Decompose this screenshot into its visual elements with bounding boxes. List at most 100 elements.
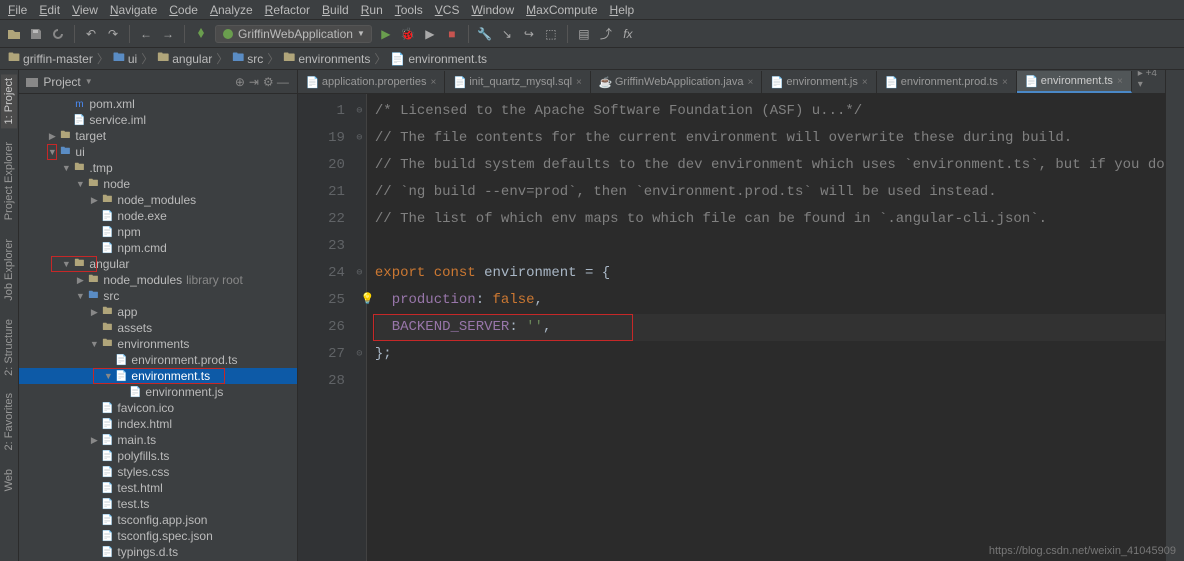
tab-application.properties[interactable]: 📄application.properties× bbox=[298, 71, 445, 93]
crumb-environment.ts[interactable]: 📄environment.ts bbox=[390, 52, 487, 66]
code-line-23[interactable] bbox=[375, 233, 1165, 260]
tree-item-.tmp[interactable]: ▼🖿.tmp bbox=[19, 160, 297, 176]
fx-icon[interactable]: fx bbox=[620, 26, 636, 42]
target-icon[interactable]: ⊕ bbox=[235, 75, 249, 89]
tree-item-favicon.ico[interactable]: 📄favicon.ico bbox=[19, 400, 297, 416]
tree-item-angular[interactable]: ▼🖿angular bbox=[19, 256, 297, 272]
run-config-dropdown[interactable]: GriffinWebApplication ▼ bbox=[215, 25, 372, 43]
code-line-27[interactable]: }; bbox=[375, 341, 1165, 368]
tree-item-node_modules[interactable]: ▶🖿node_modules bbox=[19, 192, 297, 208]
sidebar-tab-projectexplorer[interactable]: Project Explorer bbox=[1, 138, 17, 224]
crumb-ui[interactable]: 🖿ui bbox=[113, 48, 137, 69]
coverage-icon[interactable]: ▶ bbox=[422, 26, 438, 42]
tree-item-src[interactable]: ▼🖿src bbox=[19, 288, 297, 304]
menu-code[interactable]: Code bbox=[169, 3, 198, 17]
menu-edit[interactable]: Edit bbox=[39, 3, 60, 17]
code-line-22[interactable]: // The list of which env maps to which f… bbox=[375, 206, 1165, 233]
tree-item-main.ts[interactable]: ▶📄main.ts bbox=[19, 432, 297, 448]
menu-file[interactable]: File bbox=[8, 3, 27, 17]
tree-arrow[interactable]: ▼ bbox=[61, 259, 71, 269]
code-line-19[interactable]: // The file contents for the current env… bbox=[375, 125, 1165, 152]
gear-icon[interactable]: ⚙ bbox=[263, 75, 277, 89]
close-icon[interactable]: × bbox=[430, 77, 436, 88]
menu-tools[interactable]: Tools bbox=[395, 3, 423, 17]
tree-item-ui[interactable]: ▼🖿ui bbox=[19, 144, 297, 160]
close-icon[interactable]: × bbox=[1117, 76, 1123, 87]
hide-icon[interactable]: — bbox=[277, 75, 291, 89]
tree-item-tsconfig.spec.json[interactable]: 📄tsconfig.spec.json bbox=[19, 528, 297, 544]
tree-arrow[interactable]: ▼ bbox=[89, 339, 99, 349]
close-icon[interactable]: × bbox=[576, 77, 582, 88]
stop-icon[interactable]: ■ bbox=[444, 26, 460, 42]
tree-item-environment.js[interactable]: 📄environment.js bbox=[19, 384, 297, 400]
tree-item-environments[interactable]: ▼🖿environments bbox=[19, 336, 297, 352]
close-icon[interactable]: × bbox=[1002, 77, 1008, 88]
menu-navigate[interactable]: Navigate bbox=[110, 3, 157, 17]
tree-item-node_modules[interactable]: ▶🖿node_moduleslibrary root bbox=[19, 272, 297, 288]
tree-item-app[interactable]: ▶🖿app bbox=[19, 304, 297, 320]
code-line-24[interactable]: export const environment = { bbox=[375, 260, 1165, 287]
tree-item-target[interactable]: ▶🖿target bbox=[19, 128, 297, 144]
menu-build[interactable]: Build bbox=[322, 3, 349, 17]
menu-analyze[interactable]: Analyze bbox=[210, 3, 253, 17]
refresh-icon[interactable] bbox=[50, 26, 66, 42]
tree-item-node.exe[interactable]: 📄node.exe bbox=[19, 208, 297, 224]
run-to-cursor-icon[interactable]: ↘ bbox=[499, 26, 515, 42]
tree-item-styles.css[interactable]: 📄styles.css bbox=[19, 464, 297, 480]
tab-environment.prod.ts[interactable]: 📄environment.prod.ts× bbox=[877, 71, 1017, 93]
menu-help[interactable]: Help bbox=[610, 3, 635, 17]
chevron-down-icon[interactable]: ▼ bbox=[85, 77, 93, 86]
tree-item-index.html[interactable]: 📄index.html bbox=[19, 416, 297, 432]
crumb-griffin-master[interactable]: 🖿griffin-master bbox=[8, 48, 93, 69]
code-line-20[interactable]: // The build system defaults to the dev … bbox=[375, 152, 1165, 179]
save-icon[interactable] bbox=[28, 26, 44, 42]
menu-window[interactable]: Window bbox=[471, 3, 514, 17]
tree-arrow[interactable]: ▶ bbox=[75, 275, 85, 286]
build-icon[interactable] bbox=[193, 26, 209, 42]
tree-item-tsconfig.app.json[interactable]: 📄tsconfig.app.json bbox=[19, 512, 297, 528]
menu-view[interactable]: View bbox=[72, 3, 98, 17]
close-icon[interactable]: × bbox=[862, 77, 868, 88]
tree-item-polyfills.ts[interactable]: 📄polyfills.ts bbox=[19, 448, 297, 464]
code-line-21[interactable]: // `ng build --env=prod`, then `environm… bbox=[375, 179, 1165, 206]
sidebar-tab-jobexplorer[interactable]: Job Explorer bbox=[1, 235, 17, 305]
upload-icon[interactable]: ⤴ bbox=[598, 26, 614, 42]
code-line-1[interactable]: /* Licensed to the Apache Software Found… bbox=[375, 98, 1165, 125]
tree-item-pom.xml[interactable]: mpom.xml bbox=[19, 96, 297, 112]
run-icon[interactable]: ▶ bbox=[378, 26, 394, 42]
sidebar-tab-structure[interactable]: 2: Structure bbox=[1, 315, 17, 380]
code-line-25[interactable]: 💡 production: false, bbox=[375, 287, 1165, 314]
menu-vcs[interactable]: VCS bbox=[435, 3, 460, 17]
tree-item-test.ts[interactable]: 📄test.ts bbox=[19, 496, 297, 512]
forward-icon[interactable]: → bbox=[160, 26, 176, 42]
tree-item-typings.d.ts[interactable]: 📄typings.d.ts bbox=[19, 544, 297, 560]
bulb-icon[interactable]: 💡 bbox=[361, 287, 375, 314]
redo-icon[interactable]: ↷ bbox=[105, 26, 121, 42]
tree-item-test.html[interactable]: 📄test.html bbox=[19, 480, 297, 496]
tree-arrow[interactable]: ▶ bbox=[89, 195, 99, 206]
tree-arrow[interactable]: ▼ bbox=[61, 163, 71, 173]
code-area[interactable]: 119202122232425262728 ⊖⊖⊖⊝ /* Licensed t… bbox=[298, 94, 1165, 561]
menu-run[interactable]: Run bbox=[361, 3, 383, 17]
wrench-icon[interactable]: 🔧 bbox=[477, 26, 493, 42]
tree-item-service.iml[interactable]: 📄service.iml bbox=[19, 112, 297, 128]
tree-arrow[interactable]: ▶ bbox=[89, 435, 99, 446]
project-tree[interactable]: mpom.xml📄service.iml▶🖿target▼🖿ui▼🖿.tmp▼🖿… bbox=[19, 94, 297, 561]
tab-environment.js[interactable]: 📄environment.js× bbox=[762, 71, 876, 93]
sql-icon[interactable]: ⬚ bbox=[543, 26, 559, 42]
code-line-26[interactable]: BACKEND_SERVER: '', bbox=[375, 314, 1165, 341]
tree-arrow[interactable]: ▶ bbox=[47, 131, 57, 142]
tree-item-environment.ts[interactable]: ▼📄environment.ts bbox=[19, 368, 297, 384]
open-icon[interactable] bbox=[6, 26, 22, 42]
tree-arrow[interactable]: ▼ bbox=[75, 291, 85, 301]
collapse-icon[interactable]: ⇥ bbox=[249, 75, 263, 89]
tab-init_quartz_mysql.sql[interactable]: 📄init_quartz_mysql.sql× bbox=[445, 71, 591, 93]
menu-maxcompute[interactable]: MaxCompute bbox=[526, 3, 597, 17]
tree-item-node[interactable]: ▼🖿node bbox=[19, 176, 297, 192]
tree-arrow[interactable]: ▶ bbox=[89, 307, 99, 318]
fold-gutter[interactable]: ⊖⊖⊖⊝ bbox=[353, 94, 367, 561]
back-icon[interactable]: ← bbox=[138, 26, 154, 42]
debug-icon[interactable]: 🐞 bbox=[400, 26, 416, 42]
step-icon[interactable]: ↪ bbox=[521, 26, 537, 42]
db-icon[interactable]: ▤ bbox=[576, 26, 592, 42]
